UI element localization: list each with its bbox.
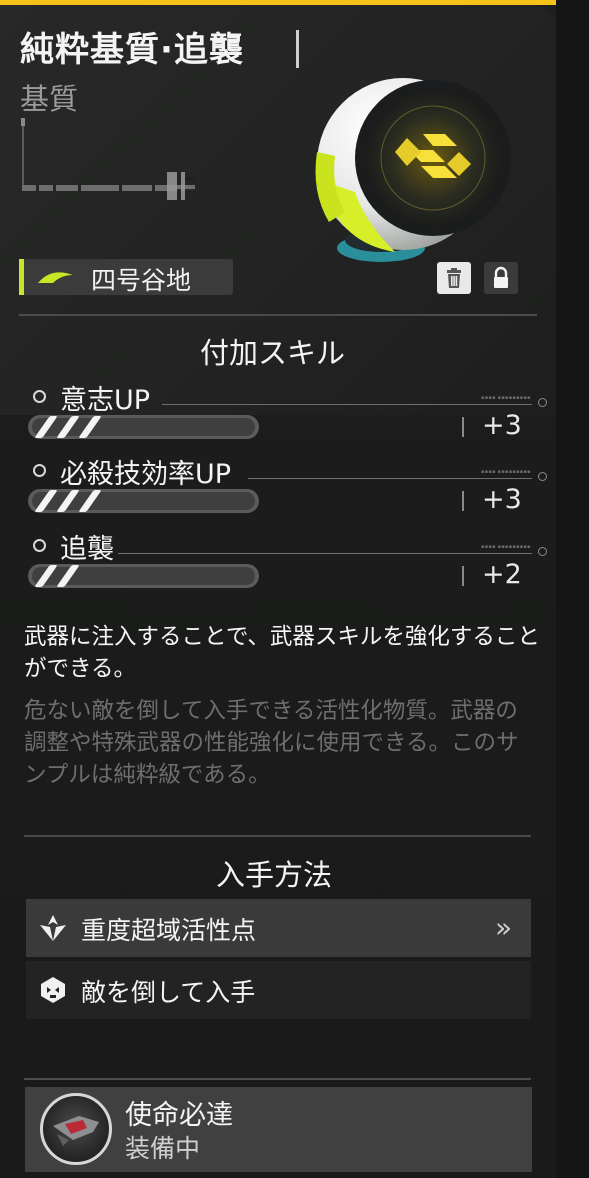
chevron-right-icon: » (495, 911, 513, 944)
location-accent (19, 259, 24, 295)
decor-microtext: ▪▪▪▪ ▪▪▪▪▪▪▪▪▪ (481, 544, 531, 550)
item-effect-text: 武器に注入することで、武器スキルを強化することができる。 (24, 624, 540, 682)
right-edge-strip (556, 0, 589, 1178)
location-label: 四号谷地 (91, 266, 192, 295)
item-lore-text: 危ない敵を倒して入手できる活性化物質。武器の調整や特殊武器の性能強化に使用できる… (24, 698, 519, 788)
skill-level-bar (28, 489, 259, 513)
acquisition-method-row[interactable]: 重度超域活性点 » (26, 899, 531, 957)
skills-heading: 付加スキル (200, 336, 346, 370)
decor-microtext: ▪▪▪▪ ▪▪▪▪▪▪▪▪▪ (481, 395, 531, 401)
skill-value-tick (462, 417, 464, 437)
delete-button[interactable] (437, 262, 471, 294)
skill-underline (118, 553, 532, 554)
item-category: 基質 (20, 82, 79, 116)
acquisition-method-row: 敵を倒して入手 (26, 961, 531, 1019)
skill-bullet-icon (33, 464, 46, 477)
skill-value: +2 (482, 559, 522, 590)
section-divider (24, 835, 531, 837)
item-title: 純粋基質·追襲 (20, 30, 244, 70)
skill-end-ring (538, 547, 547, 556)
skill-level-bar (28, 415, 259, 439)
diamond-emblem-icon (40, 915, 66, 941)
section-divider (24, 1078, 531, 1080)
skill-name: 必殺技効率UP (60, 459, 232, 490)
skill-underline (248, 478, 532, 479)
decor-vertical-line (21, 118, 25, 188)
equipped-weapon-card[interactable]: 使命必達 装備中 (25, 1087, 532, 1172)
skill-name: 意志UP (60, 385, 151, 416)
weapon-avatar (40, 1093, 112, 1165)
skill-value-tick (462, 491, 464, 511)
decor-microtext: ▪▪▪▪ ▪▪▪▪▪▪▪▪▪ (481, 469, 531, 475)
lock-button[interactable] (484, 262, 518, 294)
acquisition-method-label: 敵を倒して入手 (81, 978, 256, 1007)
qr-code-icon (167, 172, 195, 200)
enemy-crest-icon (41, 977, 65, 1003)
equipped-status: 装備中 (125, 1134, 201, 1163)
skill-level-bar (28, 564, 259, 588)
title-divider (296, 30, 299, 68)
item-detail-panel: 純粋基質·追襲 基質 四号谷地 付加スキル 意志UP ▪▪▪▪ ▪▪▪▪▪▪▪▪… (0, 0, 589, 1178)
weapon-icon (53, 1116, 99, 1146)
section-divider (19, 314, 537, 316)
trash-icon (447, 268, 461, 288)
acquisition-method-label: 重度超域活性点 (81, 916, 257, 945)
skill-bullet-icon (33, 390, 46, 403)
location-tag: 四号谷地 (19, 259, 233, 295)
skill-value: +3 (482, 410, 522, 441)
lock-icon (494, 266, 508, 288)
item-image (315, 78, 511, 262)
region-icon (38, 272, 73, 283)
skill-end-ring (538, 398, 547, 407)
acquisition-heading: 入手方法 (216, 858, 333, 892)
skill-bullet-icon (33, 539, 46, 552)
skill-underline (162, 404, 532, 405)
skill-value-tick (462, 566, 464, 586)
skill-name: 追襲 (60, 534, 114, 565)
skill-end-ring (538, 472, 547, 481)
equipped-weapon-name: 使命必達 (125, 1100, 233, 1131)
skill-value: +3 (482, 484, 522, 515)
